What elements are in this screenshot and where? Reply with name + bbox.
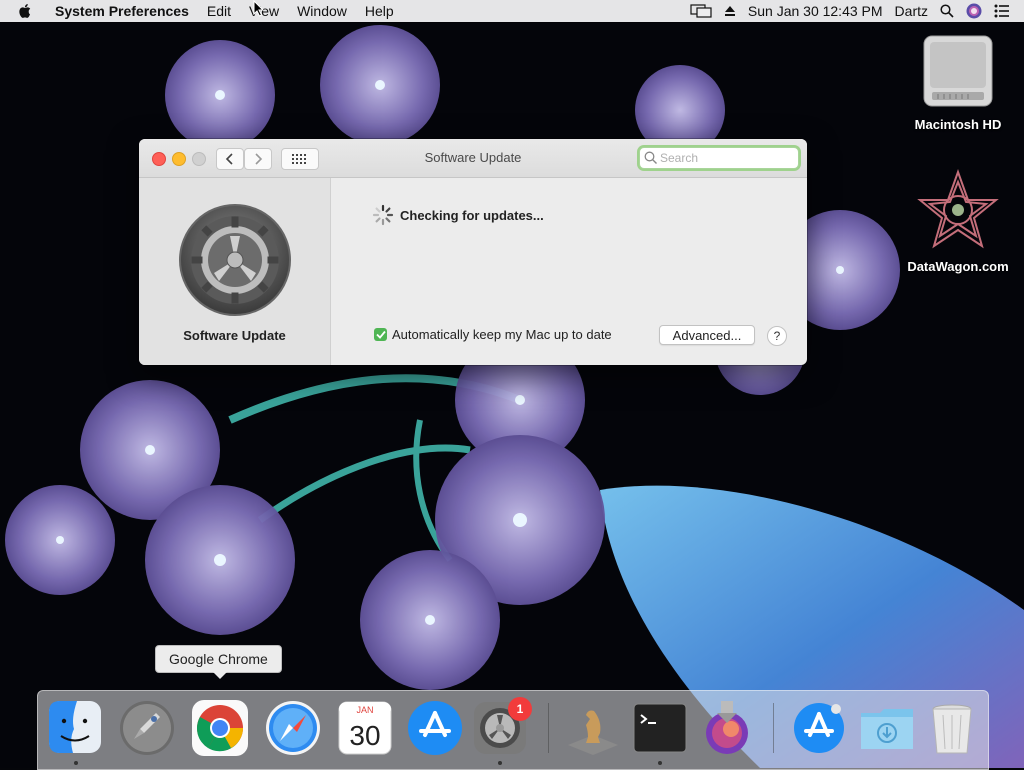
desktop-icon-macintosh-hd[interactable]: Macintosh HD	[903, 30, 1013, 132]
calendar-month: JAN	[356, 705, 373, 715]
chrome-icon	[192, 700, 248, 756]
dock-calendar[interactable]: JAN 30	[336, 699, 394, 757]
calendar-icon: JAN 30	[338, 701, 392, 755]
trash-icon	[932, 704, 972, 754]
help-button[interactable]: ?	[767, 326, 787, 346]
dock-finder[interactable]	[47, 699, 105, 757]
dock-macos-installer[interactable]	[698, 699, 756, 757]
menu-app-name[interactable]: System Preferences	[46, 0, 198, 22]
auto-update-checkbox[interactable]	[374, 328, 387, 341]
dock-terminal[interactable]	[631, 699, 689, 757]
search-icon	[644, 151, 657, 164]
status-text: Checking for updates...	[400, 207, 544, 223]
dock-downloads[interactable]	[858, 699, 916, 757]
sidebar-label: Software Update	[183, 328, 286, 343]
datawagon-logo-icon	[917, 169, 999, 249]
auto-update-row: Automatically keep my Mac up to date	[374, 327, 612, 342]
spinner-icon	[372, 204, 394, 226]
desktop-icon-label: DataWagon.com	[907, 259, 1009, 274]
safari-icon	[266, 701, 320, 755]
gear-icon	[179, 204, 291, 316]
hard-drive-icon	[923, 35, 993, 107]
dock-app-store[interactable]	[406, 699, 464, 757]
sidebar: Software Update	[139, 178, 331, 365]
dock-tooltip: Google Chrome	[155, 645, 282, 679]
mouse-cursor-icon	[253, 0, 265, 17]
apple-menu-icon[interactable]	[0, 3, 46, 19]
menu-clock[interactable]: Sun Jan 30 12:43 PM	[748, 3, 883, 19]
content-pane: Checking for updates... Automatically ke…	[331, 178, 807, 365]
dock-separator	[548, 703, 549, 753]
software-update-window: Software Update Search Software Update C…	[139, 139, 807, 365]
dock-app-store-installer[interactable]	[790, 699, 848, 757]
advanced-button[interactable]: Advanced...	[659, 325, 755, 345]
window-titlebar[interactable]: Software Update	[139, 139, 807, 178]
menu-edit[interactable]: Edit	[198, 0, 240, 22]
chess-icon	[568, 710, 618, 755]
display-mirroring-icon[interactable]	[690, 4, 712, 18]
eject-icon[interactable]	[724, 5, 736, 17]
menu-window[interactable]: Window	[288, 0, 356, 22]
downloads-folder-icon	[861, 709, 913, 749]
menu-bar: System Preferences Edit View Window Help…	[0, 0, 1024, 22]
installer-icon	[706, 701, 748, 754]
control-center-icon[interactable]	[994, 4, 1010, 18]
desktop-wallpaper	[0, 0, 1024, 768]
dock-separator	[773, 703, 774, 753]
status-row: Checking for updates...	[372, 204, 544, 226]
dock-launchpad[interactable]	[118, 699, 176, 757]
finder-icon	[49, 701, 101, 753]
running-indicator	[498, 761, 502, 765]
desktop-icon-label: Macintosh HD	[914, 117, 1002, 132]
dock-trash[interactable]	[923, 699, 981, 757]
launchpad-icon	[120, 701, 174, 755]
spotlight-search-icon[interactable]	[940, 4, 954, 18]
menu-help[interactable]: Help	[356, 0, 403, 22]
running-indicator	[658, 761, 662, 765]
menu-user[interactable]: Dartz	[895, 3, 928, 19]
dock-google-chrome[interactable]	[191, 699, 249, 757]
siri-icon[interactable]	[966, 3, 982, 19]
dock-chess[interactable]	[564, 699, 622, 757]
search-input[interactable]	[660, 151, 780, 165]
auto-update-label[interactable]: Automatically keep my Mac up to date	[392, 327, 612, 342]
desktop-icon-datawagon[interactable]: DataWagon.com	[903, 168, 1013, 274]
terminal-icon	[633, 703, 687, 753]
checkmark-icon	[375, 330, 386, 339]
running-indicator	[74, 761, 78, 765]
app-store-icon	[408, 701, 462, 755]
dock-safari[interactable]	[264, 699, 322, 757]
notification-badge: 1	[508, 697, 532, 721]
calendar-day: 30	[349, 720, 380, 751]
search-field[interactable]	[639, 147, 799, 169]
app-store-icon-2	[794, 703, 844, 753]
